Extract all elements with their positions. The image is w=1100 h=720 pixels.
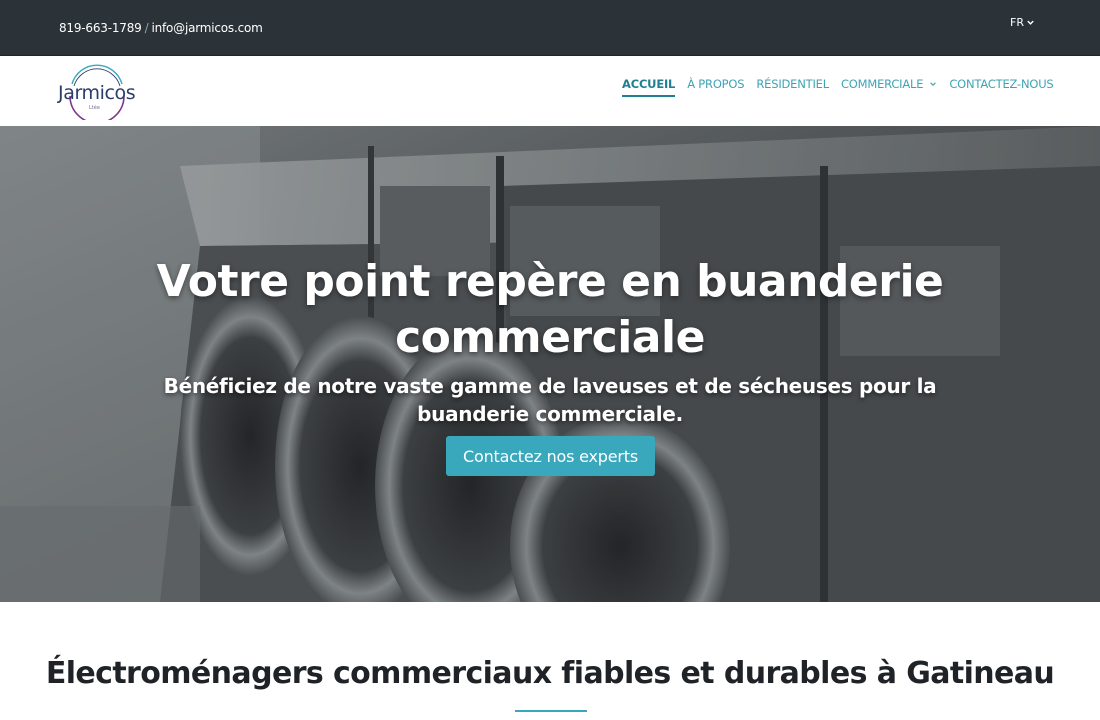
chevron-down-icon [930, 82, 937, 86]
section-divider [515, 710, 587, 712]
hero-title: Votre point repère en buanderie commerci… [156, 256, 944, 363]
site-header: Jarmicos Ltée ACCUEIL À PROPOS RÉSIDENTI… [0, 56, 1100, 126]
language-label: FR [1010, 16, 1024, 29]
hero-banner: Votre point repère en buanderie commerci… [0, 126, 1100, 602]
nav-item-residentiel[interactable]: RÉSIDENTIEL [756, 77, 829, 97]
nav-item-commerciale[interactable]: COMMERCIALE [841, 77, 937, 97]
contact-info: 819-663-1789/info@jarmicos.com [59, 21, 263, 35]
contact-separator: / [144, 21, 149, 35]
nav-item-a-propos[interactable]: À PROPOS [687, 77, 744, 97]
nav-item-contactez-nous[interactable]: CONTACTEZ-NOUS [949, 77, 1053, 97]
nav-item-commerciale-label: COMMERCIALE [840, 77, 924, 91]
language-selector[interactable]: FR [1010, 16, 1035, 29]
chevron-down-icon [1027, 20, 1034, 25]
hero-subtitle: Bénéficiez de notre vaste gamme de laveu… [163, 374, 937, 426]
logo[interactable]: Jarmicos Ltée [56, 62, 138, 120]
main-nav: ACCUEIL À PROPOS RÉSIDENTIEL COMMERCIALE… [622, 77, 1054, 97]
nav-item-accueil[interactable]: ACCUEIL [622, 77, 675, 97]
top-bar: 819-663-1789/info@jarmicos.com FR [0, 0, 1100, 56]
contact-experts-button[interactable]: Contactez nos experts [446, 436, 655, 476]
logo-subtitle: Ltée [89, 105, 100, 111]
phone-link[interactable]: 819-663-1789 [59, 21, 142, 35]
logo-name: Jarmicos [58, 82, 136, 104]
email-link[interactable]: info@jarmicos.com [151, 21, 262, 35]
section-title: Électroménagers commerciaux fiables et d… [45, 656, 1055, 691]
